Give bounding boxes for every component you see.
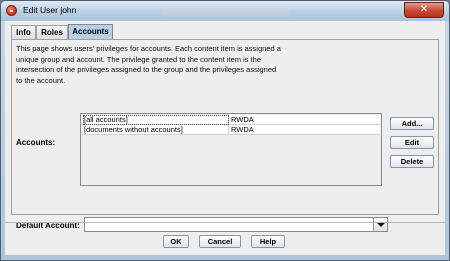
chevron-down-icon[interactable] xyxy=(373,218,387,231)
account-cell[interactable]: [documents without accounts] xyxy=(83,125,229,135)
cancel-button[interactable]: Cancel xyxy=(199,235,241,248)
title-bar[interactable]: Edit User john ✕ xyxy=(1,1,449,21)
delete-account-button[interactable]: Delete xyxy=(390,155,434,168)
privileges-cell[interactable]: RWDA xyxy=(230,125,380,135)
description-line: intersection of the privileges assigned … xyxy=(16,65,277,74)
ok-button[interactable]: OK xyxy=(163,235,189,248)
background-window-ghost xyxy=(161,6,291,17)
footer-divider xyxy=(5,222,445,223)
description-line: unique group and account. The privilege … xyxy=(16,54,262,64)
accounts-tab-panel: This page shows users' privileges for ac… xyxy=(11,39,439,232)
accounts-description: This page shows users' privileges for ac… xyxy=(16,44,426,86)
account-cell[interactable]: [all accounts] xyxy=(83,115,229,125)
edit-account-button[interactable]: Edit xyxy=(390,136,434,149)
accounts-label: Accounts: xyxy=(16,138,56,147)
tab-info[interactable]: Info xyxy=(11,25,36,40)
description-line: This page shows users' privileges for ac… xyxy=(16,44,281,53)
dialog-content: Info Roles Accounts This page shows user… xyxy=(5,21,445,255)
privileges-cell[interactable]: RWDA xyxy=(230,115,380,125)
accounts-table[interactable]: [all accounts] RWDA [documents without a… xyxy=(80,113,382,186)
help-button[interactable]: Help xyxy=(251,235,285,248)
edit-user-dialog: Edit User john ✕ Info Roles Accounts Thi… xyxy=(0,0,450,261)
close-button[interactable]: ✕ xyxy=(404,2,444,18)
window-title: Edit User john xyxy=(23,5,77,15)
tab-accounts[interactable]: Accounts xyxy=(68,24,113,40)
default-account-select[interactable] xyxy=(84,217,388,232)
description-line: to the account. xyxy=(16,75,66,85)
table-row[interactable]: [documents without accounts] RWDA xyxy=(82,125,380,135)
add-account-button[interactable]: Add... xyxy=(390,117,434,130)
table-row[interactable]: [all accounts] RWDA xyxy=(82,115,380,125)
app-icon xyxy=(6,5,17,16)
tab-roles[interactable]: Roles xyxy=(36,25,68,40)
